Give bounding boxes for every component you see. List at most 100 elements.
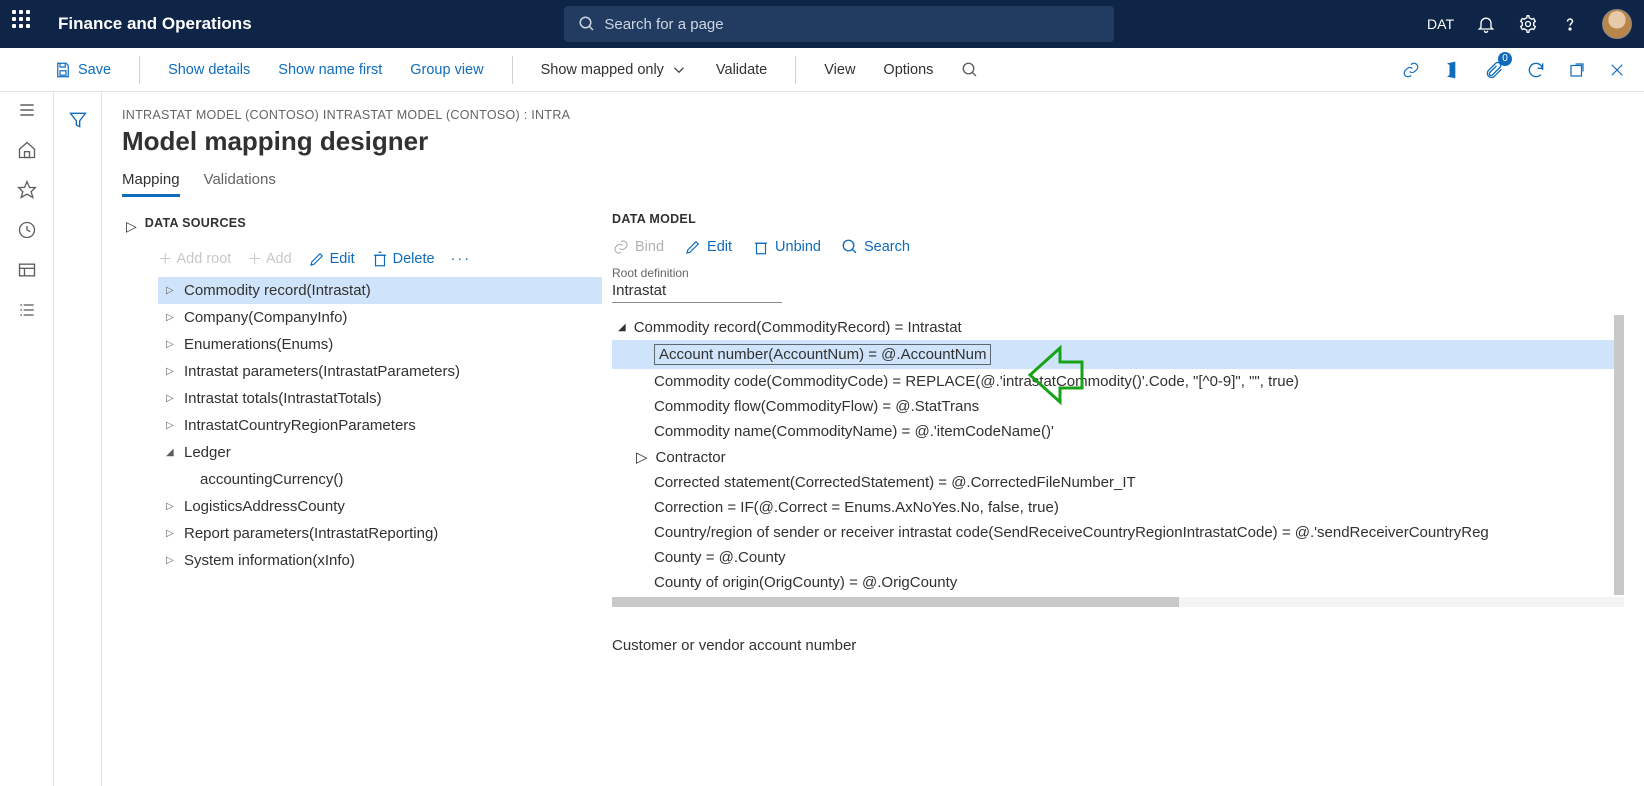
dm-tree-item-label: Contractor (656, 449, 726, 466)
ds-tree-item[interactable]: ▷ LogisticsAddressCounty (158, 493, 602, 520)
ds-tree-item-label: Commodity record(Intrastat) (184, 282, 371, 299)
clock-icon[interactable] (17, 220, 37, 240)
avatar[interactable] (1602, 9, 1632, 39)
edit-dm-button[interactable]: Edit (684, 238, 732, 256)
modules-icon[interactable] (17, 300, 37, 320)
ds-tree-item[interactable]: ▷Commodity record(Intrastat) (158, 277, 602, 304)
ds-tree-item[interactable]: ▷Enumerations(Enums) (158, 331, 602, 358)
home-icon[interactable] (17, 140, 37, 160)
show-details-button[interactable]: Show details (168, 62, 250, 78)
search-dm-button[interactable]: Search (841, 238, 910, 256)
show-name-first-button[interactable]: Show name first (278, 62, 382, 78)
save-button[interactable]: Save (54, 61, 111, 79)
trash-icon (371, 250, 389, 268)
refresh-icon[interactable] (1526, 60, 1546, 80)
ds-tree-item[interactable]: ◢Ledger (158, 439, 602, 466)
dm-tree-item-label: Commodity flow(CommodityFlow) = @.StatTr… (654, 398, 979, 415)
ds-tree-item-label: LogisticsAddressCounty (184, 498, 345, 515)
dm-tree-item[interactable]: Commodity flow(CommodityFlow) = @.StatTr… (612, 394, 1614, 419)
caret-down-icon: ◢ (166, 447, 176, 458)
view-button[interactable]: View (824, 62, 855, 78)
close-icon[interactable] (1608, 61, 1626, 79)
action-bar: Save Show details Show name first Group … (0, 48, 1644, 92)
help-icon[interactable] (1560, 14, 1580, 34)
caret-right-icon: ▷ (166, 366, 176, 377)
ds-tree-item-label: Report parameters(IntrastatReporting) (184, 525, 438, 542)
data-model-label: DATA MODEL (612, 212, 1624, 226)
company-picker[interactable]: DAT (1427, 16, 1454, 32)
tab-strip: Mapping Validations (122, 171, 1624, 198)
chevron-down-icon (670, 61, 688, 79)
ds-tree-item[interactable]: ▷Intrastat totals(IntrastatTotals) (158, 385, 602, 412)
search-icon (841, 238, 859, 256)
attachments-button[interactable]: 0 (1484, 60, 1504, 80)
separator (512, 56, 513, 84)
dm-tree-item[interactable]: County = @.County (612, 545, 1614, 570)
ds-tree-item[interactable]: ▷Intrastat parameters(IntrastatParameter… (158, 358, 602, 385)
edit-ds-button[interactable]: Edit (308, 250, 355, 268)
star-icon[interactable] (17, 180, 37, 200)
ds-tree-item[interactable]: accountingCurrency() (158, 466, 602, 493)
tab-mapping[interactable]: Mapping (122, 171, 180, 197)
caret-right-icon: ▷ (126, 218, 137, 235)
options-button[interactable]: Options (883, 62, 933, 78)
data-model-pane: DATA MODEL Bind Edit Unbind (612, 212, 1624, 776)
root-definition-value[interactable]: Intrastat (612, 280, 782, 303)
data-sources-pane: ▷ DATA SOURCES ＋ Add root ＋ Add Edit (122, 212, 602, 776)
validate-button[interactable]: Validate (716, 62, 767, 78)
search-icon (578, 15, 596, 33)
delete-ds-button[interactable]: Delete (371, 250, 435, 268)
caret-right-icon: ▷ (166, 339, 176, 350)
ds-tree-item[interactable]: ▷IntrastatCountryRegionParameters (158, 412, 602, 439)
dm-tree-item-label: Country/region of sender or receiver int… (654, 524, 1489, 541)
dm-tree-item[interactable]: Country/region of sender or receiver int… (612, 520, 1614, 545)
separator (795, 56, 796, 84)
dm-tree-item-label: Corrected statement(CorrectedStatement) … (654, 474, 1136, 491)
show-mapped-only-dropdown[interactable]: Show mapped only (541, 61, 688, 79)
caret-right-icon: ▷ (166, 501, 176, 512)
bind-button[interactable]: Bind (612, 238, 664, 256)
horizontal-scrollbar[interactable] (612, 597, 1624, 607)
workspace-icon[interactable] (17, 260, 37, 280)
ds-tree-item[interactable]: ▷System information(xInfo) (158, 547, 602, 574)
global-search[interactable] (564, 6, 1114, 42)
office-icon[interactable] (1442, 60, 1462, 80)
dm-tree-item[interactable]: ▷ Contractor (612, 444, 1614, 470)
group-view-button[interactable]: Group view (410, 62, 483, 78)
hamburger-icon[interactable] (17, 100, 37, 120)
search-input[interactable] (604, 16, 1100, 33)
scrollbar-thumb[interactable] (612, 597, 1179, 607)
link-icon[interactable] (1402, 61, 1420, 79)
dm-tree-item[interactable]: Commodity name(CommodityName) = @.'itemC… (612, 419, 1614, 444)
app-title: Finance and Operations (58, 14, 252, 34)
unbind-button[interactable]: Unbind (752, 238, 821, 256)
popout-icon[interactable] (1568, 61, 1586, 79)
funnel-icon[interactable] (68, 110, 88, 130)
ds-tree-item[interactable]: ▷Company(CompanyInfo) (158, 304, 602, 331)
root-definition-label: Root definition (612, 266, 1624, 280)
dm-tree-item[interactable]: Commodity code(CommodityCode) = REPLACE(… (612, 369, 1614, 394)
dm-root-node[interactable]: ◢ Commodity record(CommodityRecord) = In… (612, 315, 1614, 340)
dm-tree-item-label: Commodity name(CommodityName) = @.'itemC… (654, 423, 1054, 440)
waffle-icon[interactable] (12, 10, 40, 38)
link-icon (612, 238, 630, 256)
page-title: Model mapping designer (122, 126, 1624, 157)
plus-icon: ＋ (158, 248, 173, 269)
add-root-button[interactable]: ＋ Add root (158, 248, 231, 269)
ds-tree-item[interactable]: ▷Report parameters(IntrastatReporting) (158, 520, 602, 547)
caret-right-icon: ▷ (166, 393, 176, 404)
data-sources-section[interactable]: ▷ DATA SOURCES (122, 212, 602, 240)
dm-tree-item[interactable]: Corrected statement(CorrectedStatement) … (612, 470, 1614, 495)
dm-tree-item[interactable]: Account number(AccountNum) = @.AccountNu… (612, 340, 1614, 369)
more-ds-button[interactable]: ··· (451, 251, 472, 267)
dm-tree-item[interactable]: County of origin(OrigCounty) = @.OrigCou… (612, 570, 1614, 595)
caret-right-icon: ▷ (636, 448, 648, 466)
tab-validations[interactable]: Validations (204, 171, 276, 197)
search-inline-icon[interactable] (961, 61, 979, 79)
bell-icon[interactable] (1476, 14, 1496, 34)
add-button[interactable]: ＋ Add (247, 248, 291, 269)
ds-tree-item-label: accountingCurrency() (200, 471, 343, 488)
left-nav-rail (0, 92, 54, 786)
gear-icon[interactable] (1518, 14, 1538, 34)
dm-tree-item[interactable]: Correction = IF(@.Correct = Enums.AxNoYe… (612, 495, 1614, 520)
